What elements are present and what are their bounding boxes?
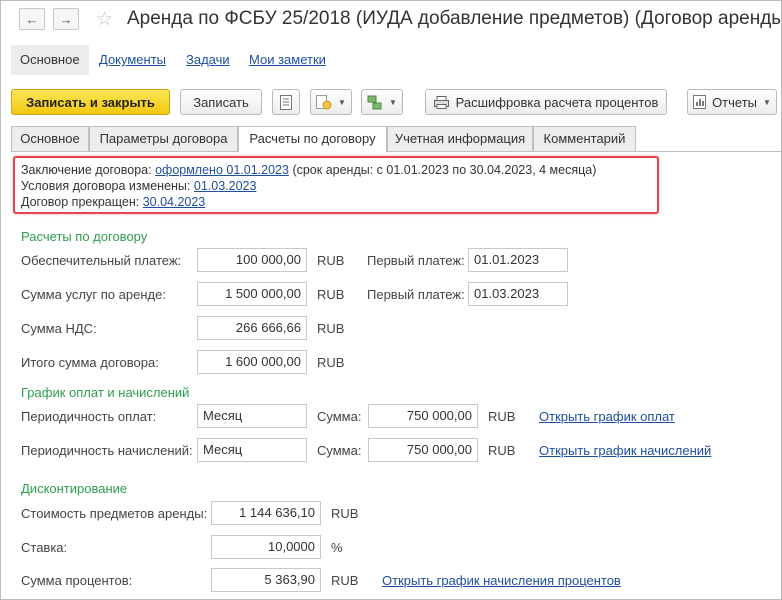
chevron-down-icon: ▼ xyxy=(338,97,346,107)
tab-settlements[interactable]: Расчеты по договору xyxy=(238,126,387,153)
changed-line: Условия договора изменены: 01.03.2023 xyxy=(21,179,257,193)
services-sum-label: Сумма услуг по аренде: xyxy=(21,287,166,302)
accrual-frequency-label: Периодичность начислений: xyxy=(21,443,193,458)
first-payment-date-field[interactable]: 01.03.2023 xyxy=(468,282,568,306)
open-payment-schedule-link[interactable]: Открыть график оплат xyxy=(539,409,675,424)
list-button[interactable] xyxy=(272,89,300,115)
printer-icon xyxy=(433,95,449,109)
currency-label: RUB xyxy=(331,506,359,521)
back-button[interactable]: ← xyxy=(19,8,45,30)
interest-breakdown-button[interactable]: Расшифровка расчета процентов xyxy=(425,89,667,115)
vat-sum-label: Сумма НДС: xyxy=(21,321,97,336)
chevron-down-icon: ▼ xyxy=(763,97,771,107)
nav-tab-tasks[interactable]: Задачи xyxy=(186,45,230,75)
payment-frequency-label: Периодичность оплат: xyxy=(21,409,157,424)
currency-label: RUB xyxy=(331,573,359,588)
accrual-frequency-field[interactable]: Месяц xyxy=(197,438,307,462)
asset-cost-label: Стоимость предметов аренды: xyxy=(21,506,208,521)
structure-icon xyxy=(367,95,383,110)
open-accrual-schedule-link[interactable]: Открыть график начислений xyxy=(539,443,711,458)
currency-label: RUB xyxy=(317,321,345,336)
tab-contract-params[interactable]: Параметры договора xyxy=(89,126,238,152)
create-based-on-button[interactable]: ▼ xyxy=(310,89,352,115)
terminated-line: Договор прекращен: 30.04.2023 xyxy=(21,195,206,209)
settlements-header: Расчеты по договору xyxy=(21,229,148,244)
total-sum-field[interactable]: 1 600 000,00 xyxy=(197,350,307,374)
save-button[interactable]: Записать xyxy=(180,89,262,115)
asset-cost-field[interactable]: 1 144 636,10 xyxy=(211,501,321,525)
interest-sum-field[interactable]: 5 363,90 xyxy=(211,568,321,592)
security-payment-label: Обеспечительный платеж: xyxy=(21,253,182,268)
payment-frequency-field[interactable]: Месяц xyxy=(197,404,307,428)
schedule-header: График оплат и начислений xyxy=(21,385,190,400)
security-payment-field[interactable]: 100 000,00 xyxy=(197,248,307,272)
payment-sum-label: Сумма: xyxy=(317,409,362,424)
reports-button[interactable]: Отчеты ▼ xyxy=(687,89,777,115)
document-list-icon xyxy=(280,94,292,110)
changed-date-link[interactable]: 01.03.2023 xyxy=(194,179,257,193)
accrual-sum-field[interactable]: 750 000,00 xyxy=(368,438,478,462)
rate-label: Ставка: xyxy=(21,540,68,555)
first-payment-date-field[interactable]: 01.01.2023 xyxy=(468,248,568,272)
chevron-down-icon: ▼ xyxy=(389,97,397,107)
document-clock-icon xyxy=(316,94,332,110)
tab-main[interactable]: Основное xyxy=(11,126,89,152)
first-payment-label: Первый платеж: xyxy=(367,287,465,302)
currency-label: RUB xyxy=(317,287,345,302)
currency-label: RUB xyxy=(317,355,345,370)
terminated-date-link[interactable]: 30.04.2023 xyxy=(143,195,206,209)
discounting-header: Дисконтирование xyxy=(21,481,128,496)
interest-sum-label: Сумма процентов: xyxy=(21,573,133,588)
conclusion-line: Заключение договора: оформлено 01.01.202… xyxy=(21,163,597,177)
structure-button[interactable]: ▼ xyxy=(361,89,403,115)
save-and-close-button[interactable]: Записать и закрыть xyxy=(11,89,170,115)
vat-sum-field[interactable]: 266 666,66 xyxy=(197,316,307,340)
currency-label: RUB xyxy=(488,443,516,458)
nav-tab-main[interactable]: Основное xyxy=(11,45,89,75)
tab-accounting-info[interactable]: Учетная информация xyxy=(387,126,533,152)
conclusion-link[interactable]: оформлено 01.01.2023 xyxy=(155,163,289,177)
first-payment-label: Первый платеж: xyxy=(367,253,465,268)
currency-label: RUB xyxy=(488,409,516,424)
nav-tab-documents[interactable]: Документы xyxy=(99,45,166,75)
services-sum-field[interactable]: 1 500 000,00 xyxy=(197,282,307,306)
arrow-right-icon: → xyxy=(59,11,73,27)
total-sum-label: Итого сумма договора: xyxy=(21,355,159,370)
percent-label: % xyxy=(331,540,343,555)
open-interest-schedule-link[interactable]: Открыть график начисления процентов xyxy=(382,573,621,588)
currency-label: RUB xyxy=(317,253,345,268)
forward-button[interactable]: → xyxy=(53,8,79,30)
arrow-left-icon: ← xyxy=(25,11,39,27)
nav-tab-notes[interactable]: Мои заметки xyxy=(249,45,326,75)
tab-comment[interactable]: Комментарий xyxy=(533,126,636,152)
favorite-star-icon[interactable]: ☆ xyxy=(96,8,113,31)
rate-field[interactable]: 10,0000 xyxy=(211,535,321,559)
report-icon xyxy=(693,95,707,109)
accrual-sum-label: Сумма: xyxy=(317,443,362,458)
payment-sum-field[interactable]: 750 000,00 xyxy=(368,404,478,428)
window-title: Аренда по ФСБУ 25/2018 (ИУДА добавление … xyxy=(127,8,782,29)
